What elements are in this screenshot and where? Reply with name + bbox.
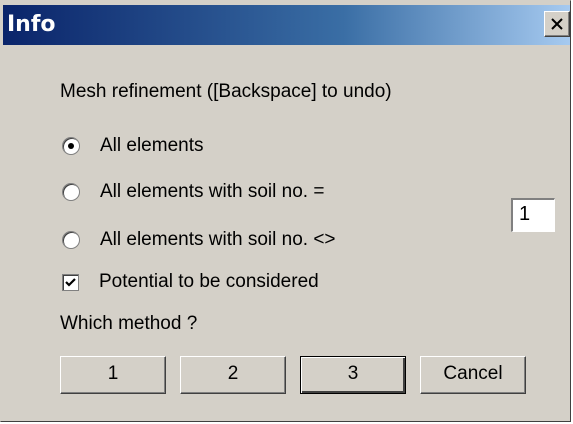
potential-checkbox[interactable] xyxy=(62,273,79,291)
close-button[interactable] xyxy=(544,11,570,37)
potential-checkbox-row[interactable]: Potential to be considered xyxy=(62,270,319,294)
option-label: All elements with soil no. = xyxy=(100,181,325,202)
method-label: Which method ? xyxy=(60,313,198,334)
check-icon xyxy=(65,277,76,287)
option-soil-equal[interactable]: All elements with soil no. = xyxy=(62,180,324,204)
mesh-refinement-heading: Mesh refinement ([Backspace] to undo) xyxy=(60,81,392,102)
radio-soil-not-equal[interactable] xyxy=(62,231,80,249)
radio-all-elements[interactable] xyxy=(62,137,80,155)
potential-label: Potential to be considered xyxy=(99,271,319,292)
window-title: Info xyxy=(7,12,56,37)
method-2-button[interactable]: 2 xyxy=(180,356,286,394)
radio-soil-equal[interactable] xyxy=(62,183,80,201)
title-bar[interactable]: Info xyxy=(3,5,570,45)
method-1-button[interactable]: 1 xyxy=(60,356,166,394)
cancel-button[interactable]: Cancel xyxy=(420,356,526,394)
option-label: All elements with soil no. <> xyxy=(100,229,336,250)
option-all-elements[interactable]: All elements xyxy=(62,134,204,158)
soil-number-input[interactable]: 1 xyxy=(511,198,555,232)
option-label: All elements xyxy=(100,135,204,156)
info-dialog: Info Mesh refinement ([Backspace] to und… xyxy=(0,0,571,422)
method-3-button[interactable]: 3 xyxy=(300,356,406,394)
close-icon xyxy=(551,18,563,30)
option-soil-not-equal[interactable]: All elements with soil no. <> xyxy=(62,228,336,252)
